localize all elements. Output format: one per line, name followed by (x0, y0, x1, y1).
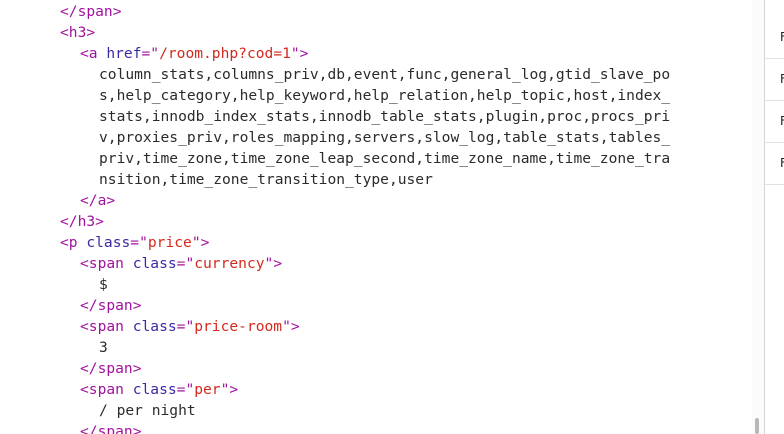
markup-token: "> (264, 255, 283, 272)
source-line: stats,innodb_index_stats,innodb_table_st… (99, 106, 670, 127)
source-line: <p class="price"> (60, 232, 209, 253)
attribute-value: price-room (194, 318, 283, 335)
markup-token: </a> (80, 192, 116, 209)
attribute-name: class (132, 318, 177, 335)
source-line: nsition,time_zone_transition_type,user (99, 169, 433, 190)
side-panel-row-label: F (780, 156, 784, 170)
markup-token: </span> (80, 360, 142, 377)
source-line: <span class="currency"> (80, 253, 282, 274)
source-line: <a href="/room.php?cod=1"> (80, 43, 308, 64)
attribute-value: currency (194, 255, 265, 272)
text-content: v,proxies_priv,roles_mapping,servers,slo… (99, 129, 671, 146)
vertical-scrollbar[interactable] (752, 0, 764, 434)
side-panel: F F F F (764, 0, 784, 434)
source-line: priv,time_zone,time_zone_leap_second,tim… (99, 148, 670, 169)
attribute-name: class (132, 381, 177, 398)
markup-token: </span> (60, 3, 122, 20)
source-line: <span class="per"> (80, 379, 238, 400)
attribute-name: class (132, 255, 177, 272)
scrollbar-thumb[interactable] (755, 418, 759, 434)
markup-token: <p (60, 234, 87, 251)
markup-token: =" (176, 318, 195, 335)
markup-token: <span (80, 318, 133, 335)
source-line: column_stats,columns_priv,db,event,func,… (99, 64, 670, 85)
text-content: nsition,time_zone_transition_type,user (99, 171, 433, 188)
source-line: 3 (99, 337, 108, 358)
attribute-value: price (147, 234, 192, 251)
side-panel-row-label: F (780, 30, 784, 44)
attribute-value: per (194, 381, 221, 398)
text-content: column_stats,columns_priv,db,event,func,… (99, 66, 671, 83)
markup-token: <span (80, 255, 133, 272)
side-panel-row[interactable]: F (765, 101, 784, 143)
side-panel-row-label: F (780, 72, 784, 86)
attribute-name: href (106, 45, 142, 62)
side-panel-row[interactable]: F (765, 59, 784, 101)
markup-token: </span> (80, 423, 142, 434)
text-content: / per night (99, 402, 196, 419)
markup-token: =" (130, 234, 148, 251)
text-content: $ (99, 276, 108, 293)
source-line: <h3> (60, 22, 95, 43)
text-content: stats,innodb_index_stats,innodb_table_st… (99, 108, 671, 125)
text-content: s,help_category,help_keyword,help_relati… (99, 87, 671, 104)
markup-token: "> (290, 45, 309, 62)
markup-token: "> (191, 234, 210, 251)
source-line: v,proxies_priv,roles_mapping,servers,slo… (99, 127, 670, 148)
side-panel-row-label: F (780, 114, 784, 128)
text-content: 3 (99, 339, 108, 356)
attribute-name: class (86, 234, 131, 251)
markup-token: </h3> (60, 213, 104, 230)
source-line: </span> (60, 1, 122, 22)
source-line: </span> (80, 295, 142, 316)
text-content: priv,time_zone,time_zone_leap_second,tim… (99, 150, 671, 167)
markup-token: </span> (80, 297, 142, 314)
source-line: / per night (99, 400, 196, 421)
markup-token: <span (80, 381, 133, 398)
side-panel-row[interactable]: F (765, 143, 784, 185)
markup-token: =" (176, 381, 195, 398)
side-panel-row[interactable]: F (765, 17, 784, 59)
markup-token: =" (176, 255, 195, 272)
markup-token: =" (141, 45, 160, 62)
source-line: $ (99, 274, 108, 295)
source-line: </h3> (60, 211, 104, 232)
source-line: </span> (80, 358, 142, 379)
markup-token: <h3> (60, 24, 96, 41)
attribute-value: /room.php?cod=1 (159, 45, 291, 62)
markup-token: "> (282, 318, 300, 335)
markup-token: "> (220, 381, 239, 398)
source-line: </a> (80, 190, 115, 211)
html-source-view[interactable]: </span> <h3> <a href="/room.php?cod=1"> col… (0, 0, 752, 434)
markup-token: <a (80, 45, 107, 62)
source-line: s,help_category,help_keyword,help_relati… (99, 85, 670, 106)
source-line: </span> (80, 421, 142, 434)
source-line: <span class="price-room"> (80, 316, 300, 337)
